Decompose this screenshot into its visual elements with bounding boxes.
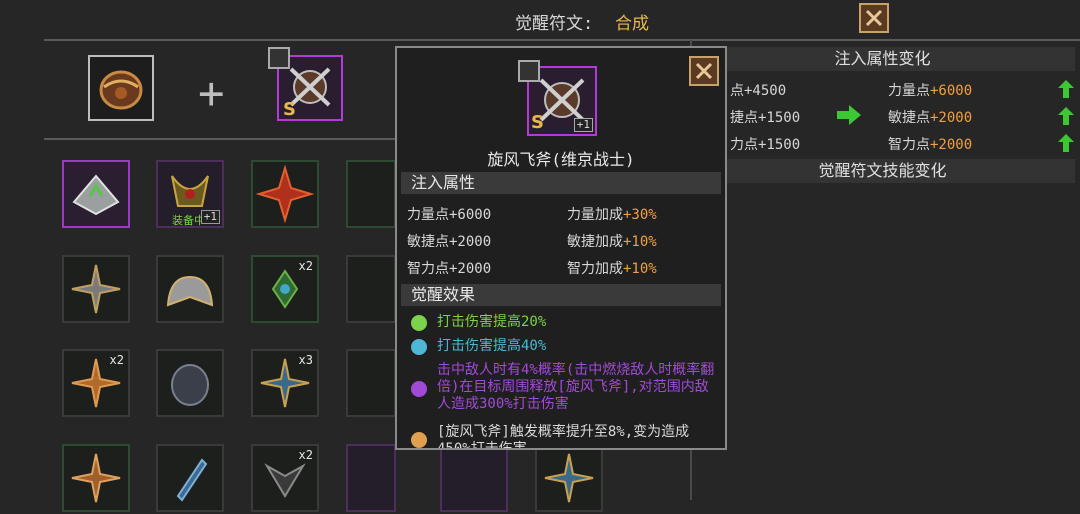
level-badge: +1 <box>573 118 593 132</box>
rune-label: 觉醒符文: <box>515 14 594 34</box>
count-badge: x2 <box>298 448 313 462</box>
up-arrow-icon <box>1058 80 1074 102</box>
small-rune-badge <box>268 47 290 69</box>
grid-slot[interactable] <box>62 160 130 228</box>
rune-tooltip: S +1 旋风飞斧(维京战士) 注入属性 力量点+6000 力量加成+30% 敏… <box>395 46 727 450</box>
effect-dot-blue <box>411 339 427 355</box>
effect-dot-orange <box>411 432 427 448</box>
attr-bonus: 力量加成+30% <box>567 207 657 223</box>
grid-slot[interactable] <box>251 160 319 228</box>
rune-mode-value[interactable]: 合成 <box>615 9 649 34</box>
attr-bonus: 敏捷加成+10% <box>567 234 657 250</box>
new-stat: 智力点+2000 <box>888 137 973 153</box>
grid-slot[interactable] <box>346 255 396 323</box>
attr-row: 智力点+2000 <box>407 261 492 277</box>
wing-rune-icon <box>72 174 120 216</box>
tooltip-close-button[interactable] <box>689 56 719 86</box>
small-rune-badge <box>518 60 540 82</box>
effect-section-title: 觉醒效果 <box>401 284 721 306</box>
grid-slot[interactable]: 装备中 +1 <box>156 160 224 228</box>
grid-slot[interactable] <box>156 444 224 512</box>
rune-material-icon <box>99 70 143 110</box>
count-badge: x3 <box>298 353 313 367</box>
grid-slot[interactable] <box>156 349 224 417</box>
star-rune-icon <box>255 164 315 224</box>
plus-icon: + <box>198 68 225 119</box>
right-arrow-icon <box>835 105 863 129</box>
effect-dot-purple <box>411 381 427 397</box>
effect-dot-green <box>411 315 427 331</box>
up-arrow-icon <box>1058 134 1074 156</box>
grid-slot[interactable] <box>62 444 130 512</box>
attr-row: 敏捷点+2000 <box>407 234 492 250</box>
inject-section-title: 注入属性 <box>401 172 721 194</box>
grid-slot[interactable]: x3 <box>251 349 319 417</box>
count-badge: x2 <box>298 259 313 273</box>
bronze-star-icon <box>71 453 121 503</box>
grid-slot[interactable] <box>346 444 396 512</box>
close-icon <box>695 62 713 80</box>
grid-slot[interactable] <box>440 444 508 512</box>
grid-slot[interactable] <box>535 444 603 512</box>
material-slot[interactable] <box>88 55 154 121</box>
new-stat: 敏捷点+2000 <box>888 110 973 126</box>
level-badge: +1 <box>200 210 220 224</box>
effect-text: [旋风飞斧]触发概率提升至8%,变为造成450%打击伤害 <box>437 424 690 450</box>
inject-change-title: 注入属性变化 <box>690 47 1075 71</box>
close-button[interactable] <box>859 3 889 33</box>
attr-row: 力量点+6000 <box>407 207 492 223</box>
dark-helm-icon <box>171 364 209 406</box>
grid-slot[interactable]: x2 <box>251 255 319 323</box>
new-stat: 力量点+6000 <box>888 83 973 99</box>
blue-cross-icon <box>544 453 594 503</box>
old-stat: 力点+1500 <box>730 137 801 153</box>
skill-change-title: 觉醒符文技能变化 <box>690 159 1075 183</box>
grade-label: S <box>531 112 544 133</box>
cross-rune-icon <box>71 264 121 314</box>
blue-blade-icon <box>176 458 208 502</box>
grid-slot[interactable] <box>346 349 396 417</box>
grid-slot[interactable]: x2 <box>251 444 319 512</box>
header-divider <box>44 39 1080 41</box>
svg-text:S: S <box>283 99 296 119</box>
old-stat: 捷点+1500 <box>730 110 801 126</box>
count-badge: x2 <box>109 353 124 367</box>
up-arrow-icon <box>1058 107 1074 129</box>
effect-text: 击中敌人时有4%概率(击中燃烧敌人时概率翻倍)在目标周围释放[旋风飞斧],对范围… <box>437 362 715 412</box>
grid-slot[interactable] <box>156 255 224 323</box>
angel-wing-icon <box>166 275 214 307</box>
grid-slot[interactable] <box>62 255 130 323</box>
old-stat: 点+4500 <box>730 83 787 99</box>
rune-name: 旋风飞斧(维京战士) <box>487 150 635 169</box>
effect-text: 打击伤害提高20% <box>437 314 547 330</box>
attr-bonus: 智力加成+10% <box>567 261 657 277</box>
grid-slot[interactable]: x2 <box>62 349 130 417</box>
effect-text: 打击伤害提高40% <box>437 338 547 354</box>
close-icon <box>865 9 883 27</box>
grid-slot[interactable] <box>346 160 396 228</box>
